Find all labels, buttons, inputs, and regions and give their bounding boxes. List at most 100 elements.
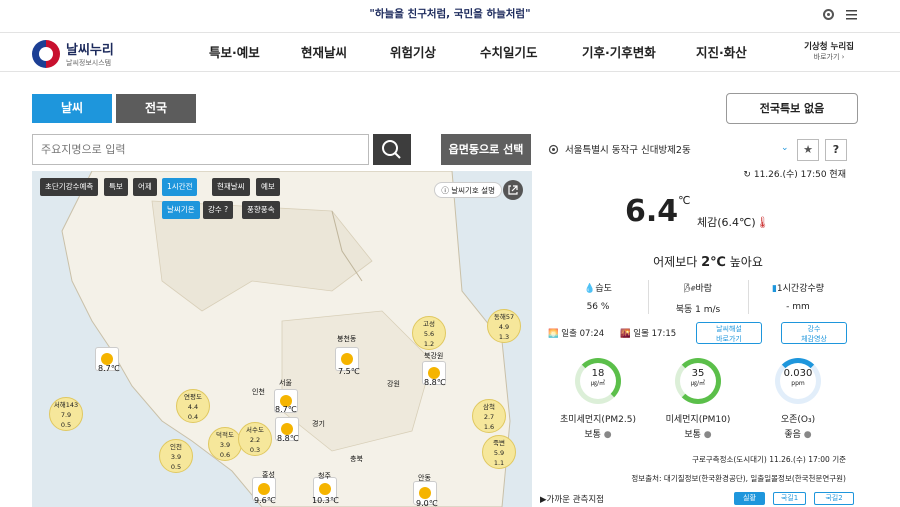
map-btn-temp[interactable]: 날씨기온 <box>162 201 200 219</box>
pm25-ring: 18 ㎍/㎥ <box>575 358 621 404</box>
global-navigation: 날씨누리 날씨정보시스템 특보·예보 현재날씨 위험기상 수치일기도 기후·기후… <box>0 32 900 72</box>
observation-time: ↻ 11.26.(수) 17:50 현재 <box>743 170 846 180</box>
map-btn-yesterday[interactable]: 어제 <box>133 178 157 196</box>
tab-weather[interactable]: 날씨 <box>32 94 112 123</box>
region-marker[interactable]: 동해57 4.9 1.3 <box>487 309 521 343</box>
station-temp: 8.8℃ <box>277 434 299 443</box>
station-temp: 8.8℃ <box>424 378 446 387</box>
kuk-gil-2-button[interactable]: 국길2 <box>814 492 854 505</box>
place-label: 안동 <box>418 474 431 482</box>
thermometer-icon: 🌡 <box>755 216 770 229</box>
map-legend-button[interactable]: ⓘ 날씨기호 설명 <box>434 182 502 198</box>
region-marker[interactable]: 고성 5.6 1.2 <box>412 316 446 350</box>
target-location-icon[interactable] <box>548 144 559 155</box>
info-icon: ● <box>603 430 612 440</box>
logo-title: 날씨누리 <box>66 43 114 58</box>
top-banner: "하늘을 친구처럼, 국민을 하늘처럼" <box>0 0 900 30</box>
location-name: 서울특별시 동작구 신대방제2동 <box>565 145 691 156</box>
live-button[interactable]: 실황 <box>734 492 765 505</box>
place-label: 홍성 <box>262 471 275 479</box>
question-icon: ⓘ <box>441 186 452 195</box>
droplet-icon: 💧 <box>584 284 596 294</box>
place-label: 북강원 <box>424 352 444 360</box>
temp-comparison: 어제보다 2℃ 높아요 <box>653 255 763 270</box>
nearby-stations-label[interactable]: ▶가까운 관측지점 <box>540 493 604 505</box>
place-label: 강원 <box>387 380 400 388</box>
search-input[interactable]: 주요지명으로 입력 <box>32 134 369 165</box>
map-btn-forecast[interactable]: 예보 <box>256 178 280 196</box>
region-marker[interactable]: 삼척 2.7 1.6 <box>472 399 506 433</box>
site-logo[interactable]: 날씨누리 날씨정보시스템 <box>32 39 114 68</box>
search-button[interactable] <box>373 134 411 165</box>
temp-unit: ℃ <box>678 194 691 207</box>
view-tabs: 날씨 전국 <box>32 94 196 123</box>
pm10-ring: 35 ㎍/㎥ <box>675 358 721 404</box>
feels-like: 체감(6.4℃)🌡 <box>697 216 770 229</box>
place-label: 서울 <box>279 379 292 387</box>
info-icon: ● <box>803 430 812 440</box>
current-weather-panel: 서울특별시 동작구 신대방제2동 ⌄ ★ ? ↻ 11.26.(수) 17:50… <box>540 134 868 507</box>
region-marker[interactable]: 서해143 7.9 0.5 <box>49 397 83 431</box>
kuk-gil-1-button[interactable]: 국길1 <box>773 492 806 505</box>
station-temp: 8.7℃ <box>98 364 120 373</box>
region-marker[interactable]: 인천 3.9 0.5 <box>159 439 193 473</box>
slogan: "하늘을 친구처럼, 국민을 하늘처럼" <box>369 8 531 20</box>
rain-stat: ▮1시간강수량 - mm <box>771 284 825 312</box>
favorite-star-icon[interactable]: ★ <box>797 139 819 161</box>
map-btn-wind[interactable]: 풍향풍속 <box>242 201 280 219</box>
external-link-icon[interactable] <box>503 180 523 200</box>
station-temp: 7.5℃ <box>338 367 360 376</box>
region-marker[interactable]: 서수도 2.2 0.3 <box>238 422 272 456</box>
help-icon[interactable]: ? <box>825 139 847 161</box>
refresh-icon[interactable]: ↻ <box>743 170 751 180</box>
station-temp: 10.3℃ <box>312 496 339 505</box>
source-info: 정보출처: 대기질정보(한국환경공단), 일출일몰정보(한국천문연구원) <box>631 474 846 483</box>
pm25-gauge[interactable]: 18 ㎍/㎥ 초미세먼지(PM2.5) 보통 ● <box>548 358 648 440</box>
map-btn-warning[interactable]: 특보 <box>104 178 128 196</box>
pm10-gauge[interactable]: 35 ㎍/㎥ 미세먼지(PM10) 보통 ● <box>648 358 748 440</box>
ozone-gauge[interactable]: 0.030 ppm 오존(O₃) 좋음 ● <box>748 358 848 440</box>
station-info: 구로구측정소(도시대기) 11.26.(수) 17:00 기준 <box>691 455 846 464</box>
region-marker[interactable]: 연평도 4.4 0.4 <box>176 389 210 423</box>
station-temp: 8.7℃ <box>275 405 297 414</box>
ozone-ring: 0.030 ppm <box>775 358 821 404</box>
info-icon: ● <box>703 430 712 440</box>
menu-hazard[interactable]: 위험기상 <box>390 33 436 73</box>
location-row: 서울특별시 동작구 신대방제2동 <box>548 142 691 156</box>
weather-map[interactable]: 초단기강수예측 특보 어제 1시간전 현재날씨 예보 날씨기온 강수 ? 풍향풍… <box>32 171 532 507</box>
korea-map-shape <box>61 171 511 507</box>
region-marker[interactable]: 죽변 5.9 1.1 <box>482 435 516 469</box>
menu-numerical-chart[interactable]: 수치일기도 <box>480 33 538 73</box>
station-temp: 9.6℃ <box>254 496 276 505</box>
map-btn-nowcast[interactable]: 초단기강수예측 <box>40 178 99 196</box>
weather-commentary-button[interactable]: 날씨해설 바로가기 <box>696 322 762 344</box>
place-label: 인천 <box>252 388 265 396</box>
map-btn-1hour[interactable]: 1시간전 <box>162 178 198 196</box>
kma-link[interactable]: 기상청 누리집 바로가기 › <box>804 40 854 62</box>
region-select-button[interactable]: 읍면동으로 선택 <box>441 134 531 165</box>
station-temp: 9.0℃ <box>416 499 438 507</box>
nationwide-warning-button[interactable]: 전국특보 없음 <box>726 93 858 124</box>
menu-current-weather[interactable]: 현재날씨 <box>301 33 347 73</box>
region-marker[interactable]: 덕적도 3.9 0.6 <box>208 427 242 461</box>
place-label: 봉천동 <box>337 335 357 343</box>
menu-forecast[interactable]: 특보·예보 <box>209 33 260 73</box>
logo-subtitle: 날씨정보시스템 <box>66 59 112 67</box>
chevron-down-icon[interactable]: ⌄ <box>781 143 789 153</box>
current-temperature: 6.4℃ <box>625 194 691 229</box>
map-btn-current[interactable]: 현재날씨 <box>212 178 250 196</box>
pm10-label: 미세먼지(PM10) <box>665 415 731 425</box>
wind-icon: 🌬 <box>684 284 696 294</box>
rain-video-button[interactable]: 강수 체감영상 <box>781 322 847 344</box>
hamburger-menu-icon[interactable] <box>845 8 858 21</box>
map-btn-precip[interactable]: 강수 ? <box>203 201 234 219</box>
menu-earthquake[interactable]: 지진·화산 <box>696 33 747 73</box>
gear-icon[interactable] <box>822 8 835 21</box>
map-legend-label: 날씨기호 설명 <box>451 186 495 195</box>
pm25-label: 초미세먼지(PM2.5) <box>560 415 636 425</box>
humidity-stat: 💧습도 56 % <box>584 284 612 312</box>
sunset-icon: 🌇 <box>620 329 631 339</box>
menu-climate[interactable]: 기후·기후변화 <box>582 33 656 73</box>
tab-nationwide[interactable]: 전국 <box>116 94 196 123</box>
ozone-label: 오존(O₃) <box>780 415 816 425</box>
